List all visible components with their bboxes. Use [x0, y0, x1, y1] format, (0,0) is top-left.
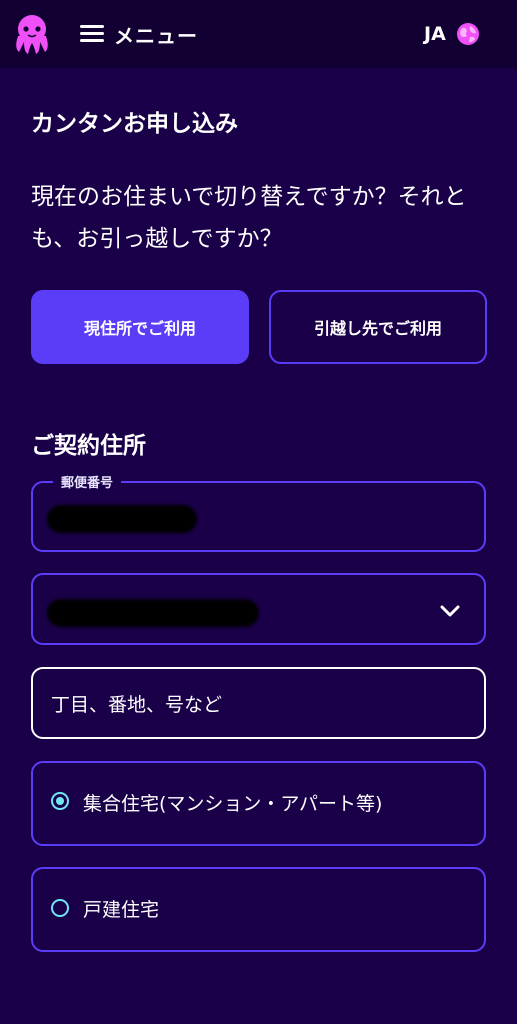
hamburger-icon [80, 24, 104, 44]
current-address-button[interactable]: 現住所でご利用 [31, 290, 249, 364]
house-label: 戸建住宅 [83, 899, 160, 921]
usage-question: 現在のお住まいで切り替えですか？それとも、お引っ越しですか？ [31, 184, 467, 252]
page-title: カンタンお申し込み [31, 111, 238, 137]
menu-button[interactable]: メニュー [80, 20, 198, 48]
current-address-label: 現住所でご利用 [83, 319, 196, 338]
top-bar: メニュー JA [0, 0, 517, 68]
radio-checked-icon[interactable] [51, 792, 69, 810]
moving-address-button[interactable]: 引越し先でご利用 [269, 290, 487, 364]
building-type-house-option[interactable]: 戸建住宅 [31, 867, 486, 952]
apartment-label: 集合住宅(マンション・アパート等) [83, 793, 383, 815]
building-type-apartment-option[interactable]: 集合住宅(マンション・アパート等) [31, 761, 486, 846]
octopus-logo-icon[interactable] [12, 12, 52, 56]
globe-icon [456, 23, 479, 45]
contract-address-title: ご契約住所 [31, 433, 146, 459]
postal-code-field[interactable]: 郵便番号 [31, 472, 486, 552]
radio-unchecked-icon[interactable] [51, 899, 69, 917]
language-label: JA [424, 23, 446, 45]
redacted-postal-code [47, 505, 197, 533]
postal-code-label: 郵便番号 [53, 472, 122, 491]
menu-label: メニュー [114, 23, 198, 48]
prefecture-city-select[interactable] [31, 573, 486, 645]
street-address-placeholder: 丁目、番地、号など [51, 694, 223, 716]
language-selector[interactable]: JA [424, 20, 480, 48]
redacted-city-value [47, 599, 259, 627]
moving-address-label: 引越し先でご利用 [313, 319, 442, 338]
street-address-input[interactable]: 丁目、番地、号など [31, 667, 486, 739]
chevron-down-icon [440, 605, 460, 617]
